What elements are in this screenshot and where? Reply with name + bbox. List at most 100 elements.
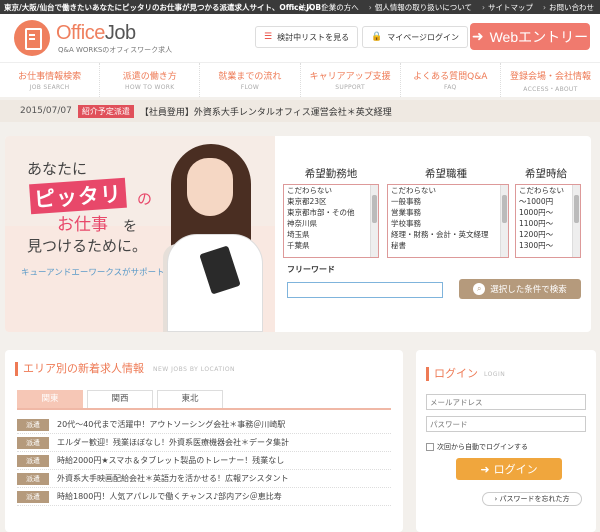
wage-option[interactable]: 1100円〜 [516,218,580,229]
job-title-link[interactable]: 外資系大手映画配給会社＊英語力を活かせる！広報アシスタント [57,473,289,484]
link-contact[interactable]: お問い合わせ [543,2,594,13]
face-shape [187,158,233,216]
job-list: 派遣 20代〜40代まで活躍中！アウトソーシング会社＊事務＠川崎駅 派遣 エルダー歓… [17,416,391,506]
link-sitemap[interactable]: サイトマップ [482,2,533,13]
location-option[interactable]: 千葉県 [284,240,378,251]
password-field[interactable] [426,416,586,432]
job-type-scrollbar[interactable] [500,185,508,257]
nav-sublabel: FAQ [444,84,457,91]
job-option[interactable]: 一般事務 [388,196,508,207]
job-type-badge: 派遣 [17,436,49,449]
job-title-link[interactable]: 20代〜40代まで活躍中！アウトソーシング会社＊事務＠川崎駅 [57,419,285,430]
job-type-badge: 派遣 [17,418,49,431]
review-list-button[interactable]: ☰ 検討中リストを見る [255,26,359,48]
nav-label: お仕事情報検索 [18,72,82,82]
job-option[interactable]: 学校事務 [388,218,508,229]
mypage-login-label: マイページログイン [387,32,460,42]
auto-login-label: 次回から自動でログインする [437,443,528,451]
job-type-badge: 派遣 [17,490,49,503]
job-title-link[interactable]: エルダー歓迎！残業ほぼなし！外資系医療機器会社＊データ集計 [57,437,289,448]
job-type-select[interactable]: こだわらない 一般事務 営業事務 学校事務 経理・財務・会計・英文経理 秘書 [387,184,509,258]
nav-label: キャリアアップ支援 [309,72,391,82]
wage-option[interactable]: 〜1000円 [516,196,580,207]
job-option[interactable]: 経理・財務・会計・英文経理 [388,229,508,240]
location-option[interactable]: 埼玉県 [284,229,378,240]
job-row[interactable]: 派遣 エルダー歓迎！残業ほぼなし！外資系医療機器会社＊データ集計 [17,434,391,452]
wage-option[interactable]: 1200円〜 [516,229,580,240]
login-button-label: ログイン [493,463,538,476]
site-header: OfficeJob Q&A WORKSのオフィスワーク求人 ☰ 検討中リストを見… [0,14,600,62]
hero-woman-image [155,144,270,332]
nav-label: 登録会場・会社情報 [509,72,591,82]
logo-icon[interactable] [14,20,50,56]
tab-kanto[interactable]: 関東 [17,390,83,408]
job-row[interactable]: 派遣 外資系大手映画配給会社＊英語力を活かせる！広報アシスタント [17,470,391,488]
global-nav: お仕事情報検索 JOB SEARCH 派遣の働き方 HOW TO WORK 就業まで… [0,62,600,97]
wage-heading: 希望時給 [525,168,567,180]
search-button[interactable]: ⌕ 選択した条件で検索 [459,279,581,299]
job-title-link[interactable]: 時給1800円！人気アパレルで働くチャンス♪部内アシ＠恵比寿 [57,491,282,502]
news-link[interactable]: 【社員登用】外資系大手レンタルオフィス運営会社＊英文経理 [140,105,392,118]
location-scrollbar[interactable] [370,185,378,257]
wage-option[interactable]: 1300円〜 [516,240,580,251]
nav-access[interactable]: 登録会場・会社情報 ACCESS・ABOUT [501,63,600,97]
nav-sublabel: JOB SEARCH [29,84,70,91]
job-row[interactable]: 派遣 20代〜40代まで活躍中！アウトソーシング会社＊事務＠川崎駅 [17,416,391,434]
job-row[interactable]: 派遣 時給1800円！人気アパレルで働くチャンス♪部内アシ＠恵比寿 [17,488,391,506]
mypage-login-button[interactable]: 🔒 マイページログイン [362,26,469,48]
logo[interactable]: OfficeJob [56,22,136,45]
job-option[interactable]: 秘書 [388,240,508,251]
location-option[interactable]: こだわらない [284,185,378,196]
nav-how-to-work[interactable]: 派遣の働き方 HOW TO WORK [100,63,201,97]
location-option[interactable]: 東京都23区 [284,196,378,207]
nav-flow[interactable]: 就業までの流れ FLOW [200,63,301,97]
auto-login[interactable]: 次回から自動でログインする [426,442,528,452]
news-ticker: 2015/07/07 紹介予定派遣 【社員登用】外資系大手レンタルオフィス運営会… [0,100,600,122]
wage-scrollbar[interactable] [572,185,580,257]
location-option[interactable]: 東京都市部・その他 [284,207,378,218]
job-title-link[interactable]: 時給2000円★スマホ＆タブレット製品のトレーナー！残業なし [57,455,284,466]
site-tagline: 東京/大阪/仙台で働きたいあなたにピッタリのお仕事が見つかる派遣求人サイト、Of… [4,3,329,12]
hero-copy-particle: の [137,190,153,208]
email-field[interactable] [426,394,586,410]
job-type-badge: 派遣 [17,472,49,485]
auto-login-checkbox[interactable] [426,443,434,451]
login-title-en: LOGIN [484,371,506,378]
link-corporate[interactable]: 法人・企業の方へ [293,2,359,13]
area-tabs: 関東 関西 東北 [17,390,391,410]
forgot-password-link[interactable]: › パスワードを忘れた方 [482,492,582,506]
job-option[interactable]: こだわらない [388,185,508,196]
job-row[interactable]: 派遣 時給2000円★スマホ＆タブレット製品のトレーナー！残業なし [17,452,391,470]
nav-support[interactable]: キャリアアップ支援 SUPPORT [301,63,401,97]
search-icon: ⌕ [473,283,486,295]
nav-sublabel: HOW TO WORK [125,84,175,91]
area-jobs-panel: エリア別の新着求人情報 NEW JOBS BY LOCATION 関東 関西 東… [5,350,403,532]
nav-label: 就業までの流れ [218,72,282,82]
location-option[interactable]: 神奈川県 [284,218,378,229]
tab-tohoku[interactable]: 東北 [157,390,223,408]
nav-job-search[interactable]: お仕事情報検索 JOB SEARCH [0,63,101,97]
link-privacy[interactable]: 個人情報の取り扱いについて [369,2,472,13]
hero-search-panel: あなたに ピッタリ の お仕事 を 見つけるために。 キューアンドエーワークスが… [5,136,591,332]
area-jobs-title-en: NEW JOBS BY LOCATION [153,366,236,373]
wage-option[interactable]: こだわらない [516,185,580,196]
top-links: 法人・企業の方へ 個人情報の取り扱いについて サイトマップ お問い合わせ [293,2,594,13]
job-option[interactable]: 営業事務 [388,207,508,218]
wage-select[interactable]: こだわらない 〜1000円 1000円〜 1100円〜 1200円〜 1300円… [515,184,581,258]
login-button[interactable]: ➜ ログイン [456,458,562,480]
nav-faq[interactable]: よくある質問Q&A FAQ [401,63,501,97]
logo-job: Job [104,22,136,44]
news-date: 2015/07/07 [20,106,72,116]
logo-subtitle: Q&A WORKSのオフィスワーク求人 [58,46,173,54]
web-entry-button[interactable]: ➜ Webエントリー [470,23,590,50]
location-select[interactable]: こだわらない 東京都23区 東京都市部・その他 神奈川県 埼玉県 千葉県 [283,184,379,258]
nav-label: よくある質問Q&A [413,72,488,82]
search-button-label: 選択した条件で検索 [490,285,567,295]
nav-sublabel: SUPPORT [335,84,365,91]
freeword-input[interactable] [287,282,443,298]
nav-sublabel: ACCESS・ABOUT [523,86,578,93]
area-jobs-title: エリア別の新着求人情報 [15,362,144,376]
hero-copy-particle2: を [123,219,137,235]
wage-option[interactable]: 1000円〜 [516,207,580,218]
tab-kansai[interactable]: 関西 [87,390,153,408]
